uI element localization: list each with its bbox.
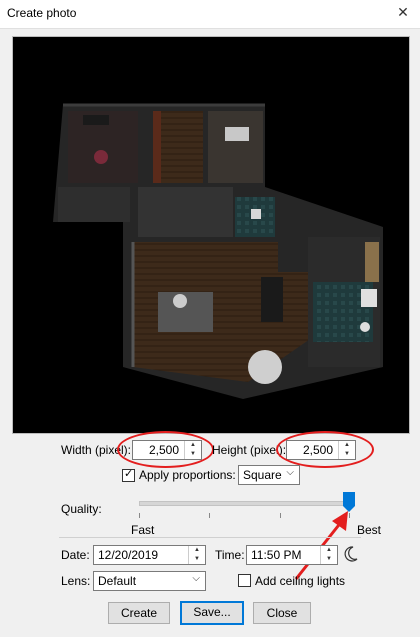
title-bar: Create photo ✕ (0, 0, 420, 29)
time-label: Time: (215, 548, 245, 562)
separator (59, 537, 361, 538)
proportions-value: Square (243, 468, 282, 482)
date-label: Date: (61, 548, 90, 562)
close-icon[interactable]: ✕ (394, 4, 412, 22)
photo-preview (12, 36, 410, 434)
lens-value: Default (98, 574, 137, 588)
moon-icon (344, 546, 358, 562)
slider-tick (139, 513, 140, 518)
checkmark-icon: ✓ (124, 468, 134, 480)
time-input[interactable]: 11:50 PM ▲ ▼ (246, 545, 338, 565)
stepper-down-icon[interactable]: ▼ (321, 555, 337, 564)
floorplan-3d-render (53, 103, 383, 399)
quality-label: Quality: (61, 502, 102, 516)
apply-proportions-checkbox[interactable]: ✓ (122, 468, 135, 482)
date-stepper[interactable]: ▲ ▼ (188, 546, 205, 564)
annotation-ellipse-height (276, 431, 374, 468)
time-value: 11:50 PM (251, 548, 302, 562)
chevron-down-icon: ⌵ (286, 467, 294, 478)
create-button[interactable]: Create (108, 602, 170, 624)
stepper-up-icon[interactable]: ▲ (321, 546, 337, 555)
stepper-down-icon[interactable]: ▼ (189, 555, 205, 564)
window-title: Create photo (7, 6, 77, 20)
ceiling-lights-label[interactable]: Add ceiling lights (255, 574, 345, 588)
height-label: Height (pixel): (212, 443, 287, 457)
proportions-select[interactable]: Square ⌵ (238, 465, 300, 485)
quality-fast-label: Fast (131, 523, 155, 537)
date-value: 12/20/2019 (98, 548, 159, 562)
close-button[interactable]: Close (253, 602, 311, 624)
stepper-up-icon[interactable]: ▲ (189, 546, 205, 555)
slider-tick (209, 513, 210, 518)
lens-select[interactable]: Default ⌵ (93, 571, 206, 591)
save-button[interactable]: Save... (180, 601, 244, 625)
slider-tick (280, 513, 281, 518)
time-stepper[interactable]: ▲ ▼ (320, 546, 337, 564)
annotation-ellipse-width (117, 431, 214, 468)
apply-proportions-label[interactable]: Apply proportions: (139, 468, 236, 482)
date-input[interactable]: 12/20/2019 ▲ ▼ (93, 545, 206, 565)
ceiling-lights-checkbox[interactable] (238, 574, 251, 587)
chevron-down-icon: ⌵ (192, 573, 200, 584)
lens-label: Lens: (61, 574, 91, 588)
quality-best-label: Best (357, 523, 382, 537)
